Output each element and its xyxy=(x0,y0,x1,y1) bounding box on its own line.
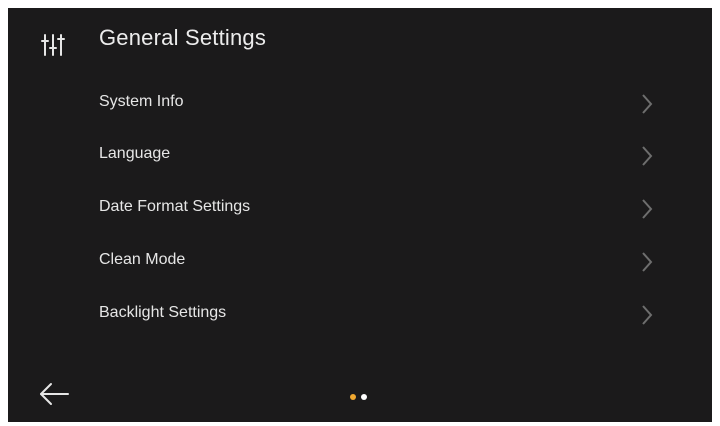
chevron-right-icon xyxy=(642,94,653,114)
page-title: General Settings xyxy=(99,25,267,50)
menu-item-label: Language xyxy=(99,145,171,162)
menu-item-label: System Info xyxy=(99,93,184,110)
chevron-right-icon xyxy=(642,305,653,325)
sliders-icon xyxy=(41,34,65,56)
chevron-right-icon xyxy=(642,199,653,219)
menu-item-language[interactable]: Language xyxy=(8,130,712,182)
page-dot[interactable] xyxy=(361,394,367,400)
menu-item-label: Backlight Settings xyxy=(99,304,227,321)
chevron-right-icon xyxy=(642,146,653,166)
settings-screen: General Settings System Info Language Da… xyxy=(8,8,712,422)
arrow-left-icon[interactable] xyxy=(38,380,72,408)
menu-item-label: Date Format Settings xyxy=(99,198,251,215)
menu-item-date-format-settings[interactable]: Date Format Settings xyxy=(8,183,712,235)
chevron-right-icon xyxy=(642,252,653,272)
page-indicator xyxy=(350,394,370,400)
menu-item-backlight-settings[interactable]: Backlight Settings xyxy=(8,289,712,341)
menu-item-label: Clean Mode xyxy=(99,251,186,268)
menu-item-system-info[interactable]: System Info xyxy=(8,78,712,130)
page-dot[interactable] xyxy=(350,394,356,400)
menu-item-clean-mode[interactable]: Clean Mode xyxy=(8,236,712,288)
